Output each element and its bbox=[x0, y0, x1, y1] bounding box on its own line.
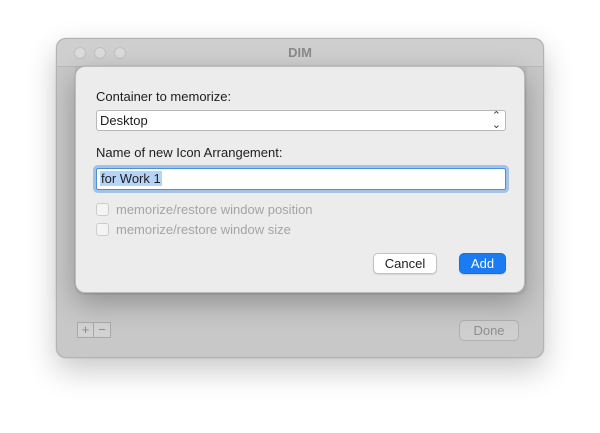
window-size-option[interactable]: memorize/restore window size bbox=[96, 222, 291, 237]
cancel-button[interactable]: Cancel bbox=[373, 253, 437, 274]
window-size-label: memorize/restore window size bbox=[116, 222, 291, 237]
add-arrangement-sheet: Container to memorize: Desktop ⌃ ⌄ Name o… bbox=[75, 66, 525, 293]
window-position-checkbox[interactable] bbox=[96, 203, 109, 216]
window-position-option[interactable]: memorize/restore window position bbox=[96, 202, 313, 217]
container-select-value: Desktop bbox=[100, 113, 148, 128]
arrangement-name-input[interactable]: for Work 1 bbox=[96, 168, 506, 190]
window-size-checkbox[interactable] bbox=[96, 223, 109, 236]
arrangement-name-label: Name of new Icon Arrangement: bbox=[96, 145, 283, 160]
add-button[interactable]: Add bbox=[459, 253, 506, 274]
container-select[interactable]: Desktop ⌃ ⌄ bbox=[96, 110, 506, 131]
add-remove-control: + − bbox=[77, 322, 111, 338]
remove-item-button[interactable]: − bbox=[94, 322, 111, 338]
chevron-up-down-icon: ⌃ ⌄ bbox=[491, 110, 501, 131]
window-title: DIM bbox=[288, 45, 312, 60]
titlebar: DIM bbox=[57, 39, 543, 67]
arrangement-name-value: for Work 1 bbox=[100, 171, 162, 186]
add-item-button[interactable]: + bbox=[77, 322, 94, 338]
window-position-label: memorize/restore window position bbox=[116, 202, 313, 217]
container-label: Container to memorize: bbox=[96, 89, 232, 104]
done-button[interactable]: Done bbox=[459, 320, 519, 341]
